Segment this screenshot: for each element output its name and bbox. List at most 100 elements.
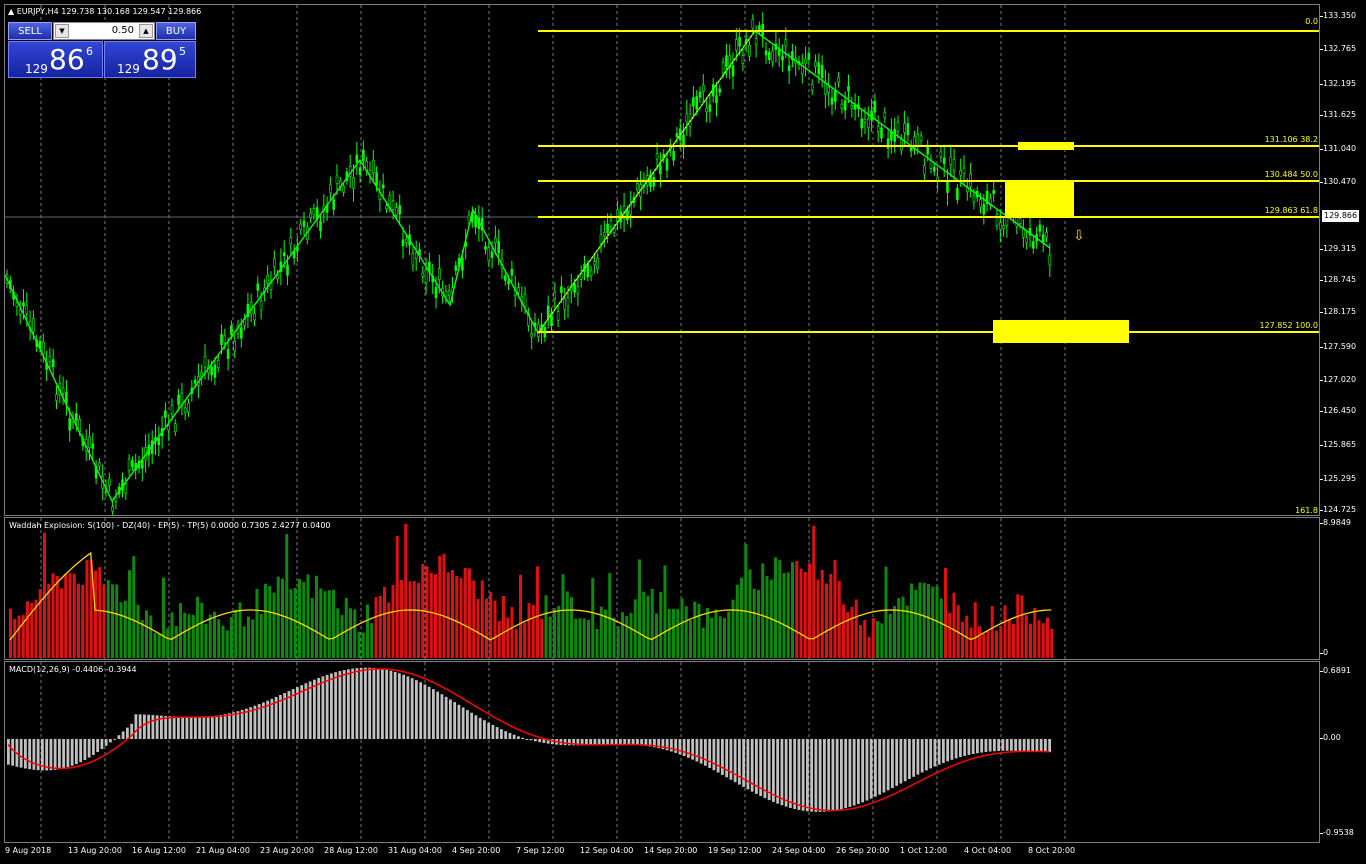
lot-decrease-icon[interactable]: ▼ [55,24,69,38]
explosion-bar [735,584,739,658]
explosion-bar [400,580,403,658]
explosion-bar [230,617,233,658]
explosion-bar [315,575,318,658]
candle-body [55,394,58,401]
macd-bar [126,727,129,739]
lot-increase-icon[interactable]: ▲ [139,24,153,38]
explosion-bar [102,584,106,658]
macd-bar [100,739,104,750]
candle-body [982,204,986,215]
candle-body [820,64,824,78]
explosion-bar [544,595,548,658]
explosion-bar [561,574,565,658]
buy-button[interactable]: BUY [156,22,196,40]
waddah-explosion-pane[interactable]: Waddah Explosion: S(100) - DZ(40) - EP(5… [4,517,1320,660]
price-chart [5,5,1319,515]
triangle-up-icon[interactable]: ▲ [8,7,14,16]
explosion-bar [918,582,922,658]
candle-body [256,283,260,291]
explosion-bar [731,599,735,658]
time-tick: 13 Aug 20:00 [68,846,122,855]
candle-body [1002,225,1005,229]
macd-bar [325,674,329,739]
explosion-bar [123,600,127,658]
macd-bar [670,739,673,752]
explosion-bar [140,620,144,658]
candle-body [272,258,276,268]
macd-bar [249,707,253,739]
explosion-bar [255,588,259,658]
macd-bar [296,687,299,739]
candle-body [764,50,768,56]
candle-body [685,113,689,123]
macd-bar [215,715,219,739]
waddah-axis-top: 8.9849 [1320,518,1351,527]
macd-bar [87,739,91,758]
explosion-bar [217,619,221,658]
candle-body [942,157,946,165]
explosion-bar [476,599,480,658]
price-chart-pane[interactable] [4,4,1320,516]
candle-body [926,146,930,155]
price-axis[interactable]: 133.350 132.765 132.195 131.625 131.040 … [1319,4,1366,516]
candle-body [741,55,745,64]
lot-size-field[interactable]: ▼ 0.50 ▲ [53,22,155,40]
macd-bar [342,670,346,739]
explosion-bar [986,630,990,658]
explosion-bar [629,612,633,658]
explosion-bar [374,596,378,658]
ask-pip-digit: 5 [179,45,186,58]
fib-label-61: 129.863 61.8 [1264,206,1318,215]
explosion-bar [26,601,29,658]
explosion-bar [778,560,782,658]
ask-quote[interactable]: 129 89 5 [104,41,196,78]
macd-bar [818,739,822,812]
explosion-bar [540,618,544,658]
macd-bar [347,669,350,739]
explosion-bar [625,615,629,658]
explosion-bar [829,573,833,658]
macd-bar [954,739,958,759]
macd-pane[interactable]: MACD(12,26,9) -0.4406 -0.3944 [4,661,1320,843]
candle-body [510,268,514,276]
candle-body [266,274,270,284]
explosion-bar [395,535,399,658]
explosion-bar [659,592,663,658]
macd-bar [202,716,206,739]
macd-bar [916,739,920,775]
macd-bar [997,739,1001,751]
macd-bar [950,739,954,760]
candle-body [329,184,332,194]
candle-body [962,167,966,174]
time-tick: 9 Aug 2018 [5,846,52,855]
macd-bar [1039,739,1043,752]
explosion-bar [833,559,837,658]
candle-body [804,58,807,65]
macd-bar [219,714,223,739]
macd-bar [58,739,61,770]
time-tick: 16 Aug 12:00 [132,846,186,855]
explosion-bar [293,587,297,658]
macd-bar [92,739,95,755]
explosion-bar [574,618,578,658]
supply-zone [1018,142,1074,150]
candle-body [880,127,883,139]
macd-bar [937,739,941,765]
macd-bar [912,739,916,777]
macd-bar [355,668,359,739]
explosion-bar [978,626,981,658]
candle-body [738,37,741,47]
lot-size-input[interactable]: 0.50 [72,23,136,39]
explosion-bar [136,604,140,658]
price-tick: 126.450 [1319,406,1357,415]
ask-prefix: 129 [117,62,140,76]
sell-button[interactable]: SELL [8,22,52,40]
explosion-bar [370,623,374,658]
candle-body [25,305,29,314]
explosion-bar [183,612,187,658]
candle-body [174,423,177,433]
bid-quote[interactable]: 129 86 6 [8,41,103,78]
macd-bar [903,739,907,782]
candle-body [437,268,441,280]
candle-body [497,241,501,254]
